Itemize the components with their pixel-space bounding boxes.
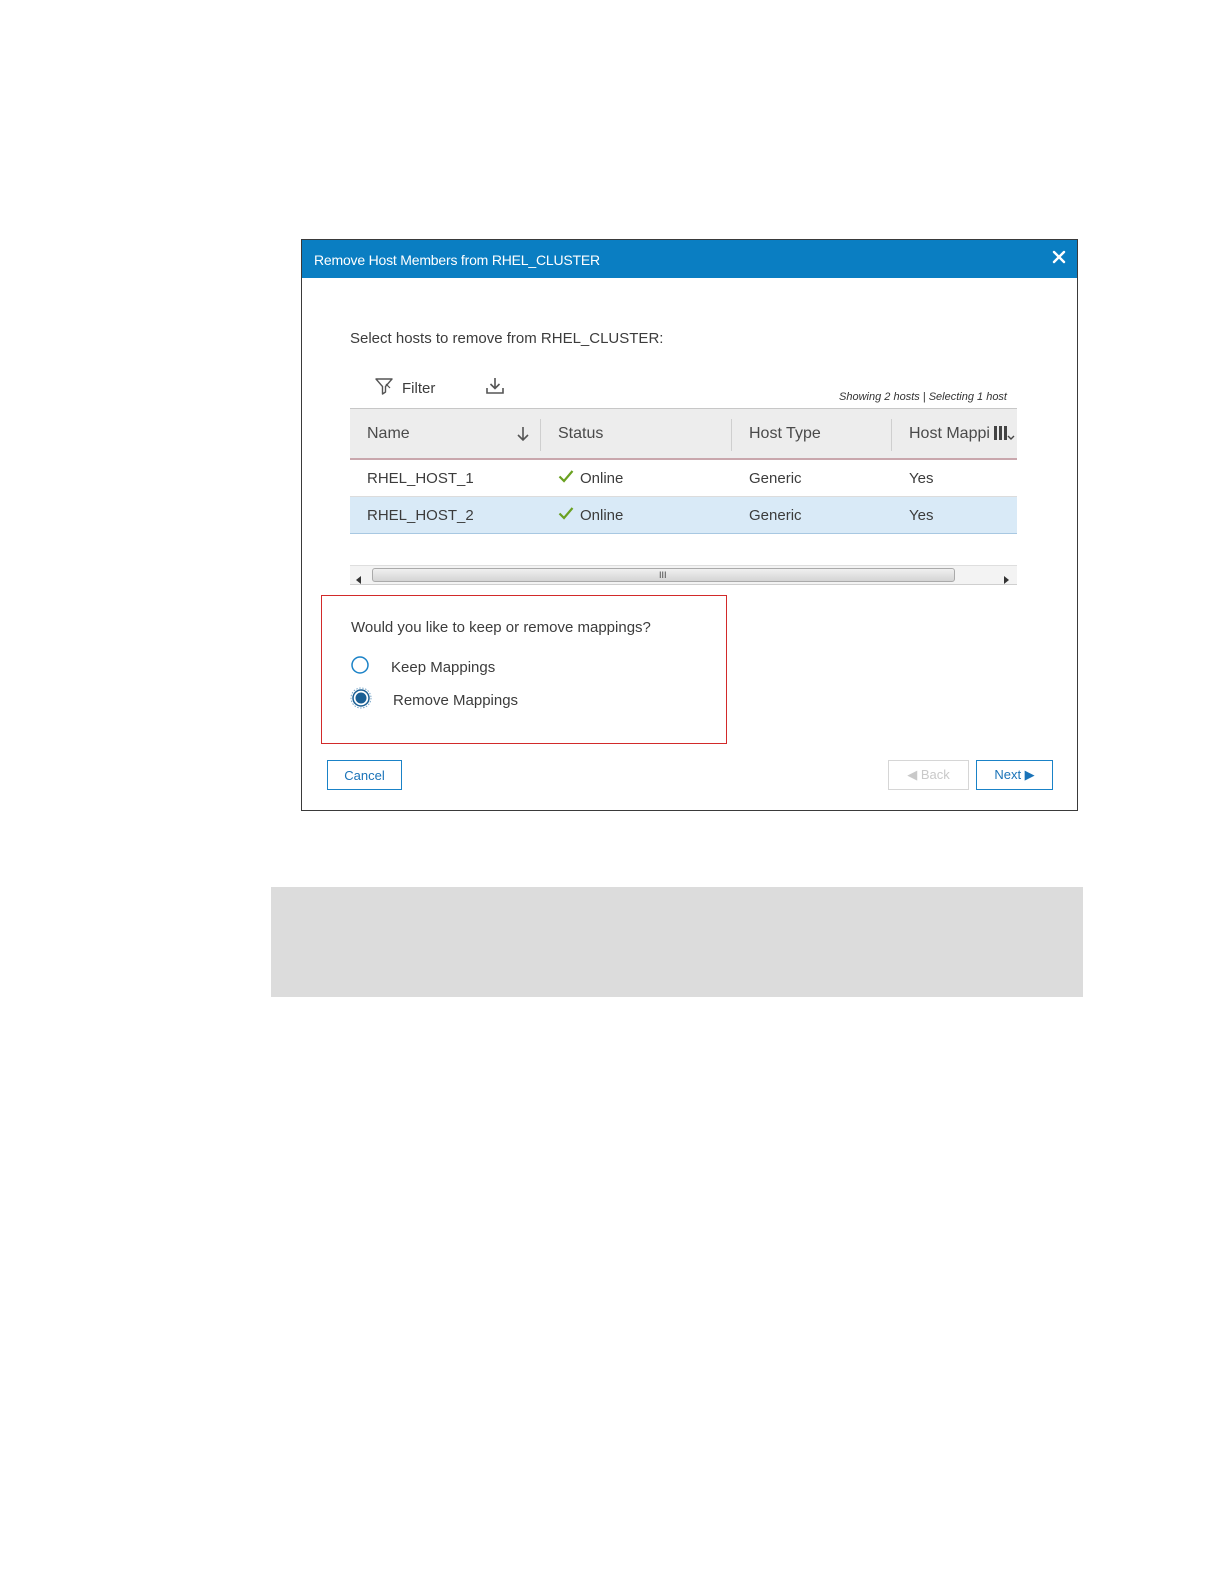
cancel-button[interactable]: Cancel (327, 760, 402, 790)
status-text: Online (580, 469, 624, 487)
table-row-selected[interactable]: RHEL_HOST_2 Online Generic Yes (350, 497, 1017, 534)
cell-name: RHEL_HOST_2 (367, 506, 474, 524)
dialog-title-bar: Remove Host Members from RHEL_CLUSTER (302, 240, 1077, 278)
back-button[interactable]: ◀ Back (888, 760, 969, 790)
grey-band (271, 887, 1083, 997)
selection-summary: Showing 2 hosts | Selecting 1 host (839, 391, 1007, 403)
remove-mappings-label: Remove Mappings (393, 692, 519, 709)
download-button[interactable] (484, 375, 506, 402)
column-header-host-type-label: Host Type (749, 425, 821, 442)
table-row[interactable]: RHEL_HOST_1 Online Generic Yes (350, 460, 1017, 497)
table-toolbar: Filter Showing 2 hosts | Selecting 1 hos… (350, 374, 1017, 406)
cell-host-type: Generic (749, 469, 802, 487)
horizontal-scrollbar[interactable]: III (350, 565, 1017, 585)
close-icon[interactable] (1049, 247, 1069, 267)
column-chooser-icon[interactable] (993, 424, 1015, 449)
cell-status: Online (558, 460, 623, 496)
cell-host-mappings: Yes (909, 469, 934, 487)
next-button[interactable]: Next ▶ (976, 760, 1053, 790)
hosts-table: Name Status Host Type Host Mappi RHEL_HO… (350, 408, 1017, 534)
cell-name: RHEL_HOST_1 (367, 469, 474, 487)
column-header-name[interactable]: Name (367, 409, 537, 459)
select-hosts-prompt: Select hosts to remove from RHEL_CLUSTER… (350, 330, 664, 347)
mapping-question: Would you like to keep or remove mapping… (351, 619, 651, 636)
dialog-title: Remove Host Members from RHEL_CLUSTER (314, 252, 600, 268)
column-header-host-type[interactable]: Host Type (731, 409, 889, 459)
cell-host-type: Generic (749, 506, 802, 524)
column-header-status-label: Status (558, 425, 604, 442)
column-header-status[interactable]: Status (540, 409, 728, 459)
filter-label: Filter (402, 380, 436, 397)
column-header-host-mappings-label: Host Mappi (909, 425, 990, 442)
remove-host-members-dialog: Remove Host Members from RHEL_CLUSTER Se… (301, 239, 1078, 811)
scrollbar-grip: III (659, 570, 667, 580)
radio-unselected-icon[interactable] (350, 655, 370, 680)
mapping-options-highlight: Would you like to keep or remove mapping… (321, 595, 727, 744)
scroll-left-arrow-icon[interactable] (356, 571, 362, 589)
cell-status: Online (558, 497, 623, 533)
column-header-host-mappings[interactable]: Host Mappi (891, 409, 1017, 459)
keep-mappings-option[interactable]: Keep Mappings (350, 655, 495, 680)
download-icon (484, 378, 506, 401)
sort-down-arrow-icon[interactable] (515, 425, 531, 448)
scrollbar-thumb[interactable]: III (372, 568, 955, 582)
table-header: Name Status Host Type Host Mappi (350, 408, 1017, 460)
remove-mappings-option[interactable]: Remove Mappings (350, 687, 518, 714)
radio-selected-icon[interactable] (350, 687, 372, 714)
column-header-name-label: Name (367, 425, 410, 442)
cell-host-mappings: Yes (909, 506, 934, 524)
keep-mappings-label: Keep Mappings (391, 659, 496, 676)
filter-button[interactable]: Filter (374, 376, 435, 401)
status-text: Online (580, 506, 624, 524)
filter-icon (374, 376, 394, 401)
online-check-icon (558, 469, 574, 487)
online-check-icon (558, 506, 574, 524)
scroll-right-arrow-icon[interactable] (1003, 571, 1009, 589)
